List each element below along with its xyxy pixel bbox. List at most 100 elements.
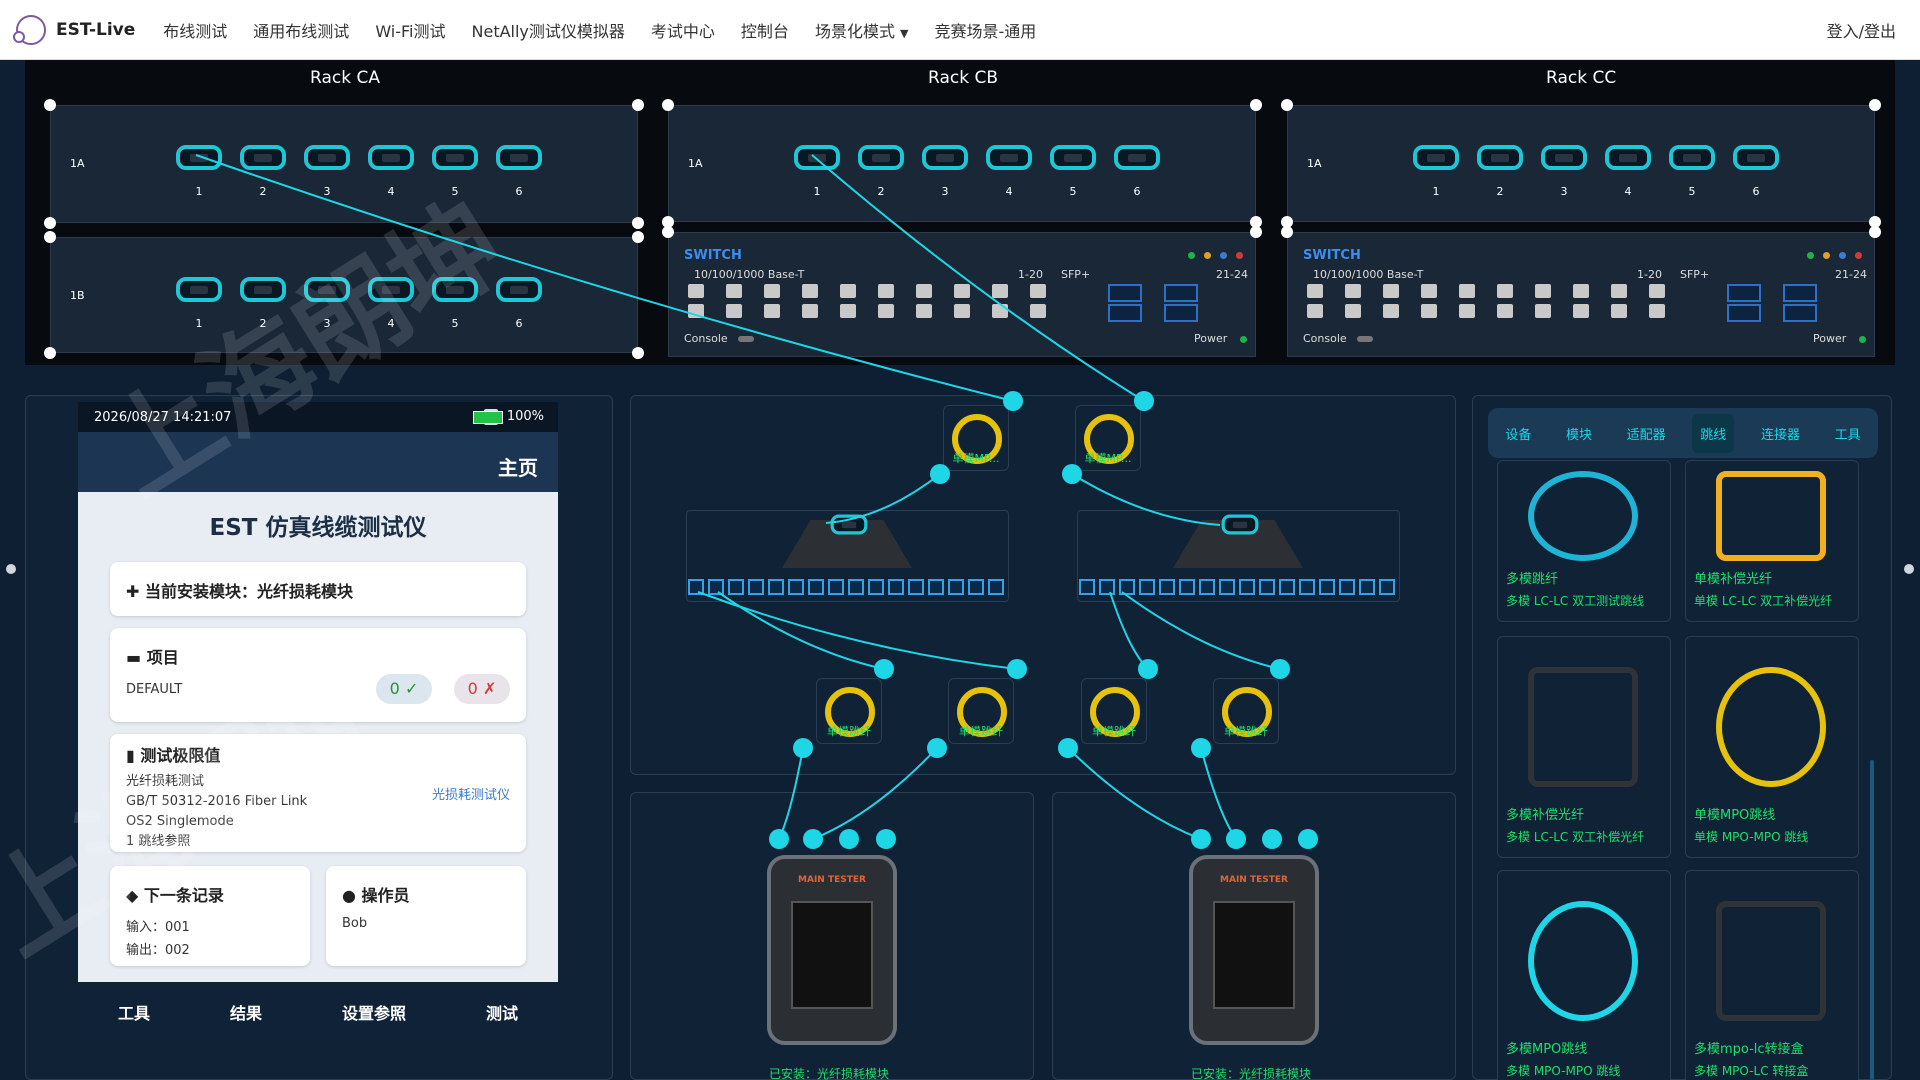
ethernet-port[interactable] bbox=[1383, 284, 1399, 298]
ethernet-port[interactable] bbox=[840, 304, 856, 318]
lc-port[interactable] bbox=[1359, 579, 1375, 595]
lc-port[interactable] bbox=[1339, 579, 1355, 595]
connection-node[interactable] bbox=[1270, 659, 1290, 679]
ethernet-port[interactable] bbox=[878, 284, 894, 298]
lc-port[interactable] bbox=[1079, 579, 1095, 595]
mpo-port[interactable] bbox=[304, 277, 350, 302]
connection-node[interactable] bbox=[803, 829, 823, 849]
connection-node[interactable] bbox=[1062, 464, 1082, 484]
lc-port[interactable] bbox=[1299, 579, 1315, 595]
sidebar-item[interactable]: 多模mpo-lc转接盒 多模 MPO-LC 转接盒 bbox=[1685, 870, 1859, 1080]
ethernet-port[interactable] bbox=[1459, 304, 1475, 318]
connection-node[interactable] bbox=[839, 829, 859, 849]
ethernet-port[interactable] bbox=[764, 284, 780, 298]
mpo-port[interactable] bbox=[240, 145, 286, 170]
ethernet-port[interactable] bbox=[726, 284, 742, 298]
connection-node[interactable] bbox=[1003, 391, 1023, 411]
fiber-spool[interactable]: 单模跳纤 bbox=[1213, 678, 1279, 744]
lc-port[interactable] bbox=[1279, 579, 1295, 595]
ethernet-port[interactable] bbox=[954, 284, 970, 298]
mpo-port[interactable] bbox=[858, 145, 904, 170]
ethernet-port[interactable] bbox=[992, 284, 1008, 298]
module-card[interactable]: ✚ 当前安装模块：光纤损耗模块 bbox=[110, 562, 526, 616]
lc-port[interactable] bbox=[1319, 579, 1335, 595]
lc-port[interactable] bbox=[1199, 579, 1215, 595]
mpo-port[interactable] bbox=[432, 145, 478, 170]
cassette-mpo-port[interactable] bbox=[1221, 514, 1259, 535]
console-port[interactable] bbox=[738, 336, 754, 342]
ethernet-port[interactable] bbox=[764, 304, 780, 318]
ethernet-port[interactable] bbox=[726, 304, 742, 318]
fiber-spool[interactable]: 单模跳纤 bbox=[948, 678, 1014, 744]
sidebar-item[interactable]: 单模补偿光纤 单模 LC-LC 双工补偿光纤 bbox=[1685, 460, 1859, 622]
ethernet-port[interactable] bbox=[840, 284, 856, 298]
login-link[interactable]: 登入/登出 bbox=[1827, 18, 1896, 42]
mpo-port[interactable] bbox=[368, 277, 414, 302]
mpo-port[interactable] bbox=[794, 145, 840, 170]
lc-port[interactable] bbox=[1159, 579, 1175, 595]
ethernet-port[interactable] bbox=[1497, 304, 1513, 318]
lc-port[interactable] bbox=[928, 579, 944, 595]
mpo-port[interactable] bbox=[240, 277, 286, 302]
connection-node[interactable] bbox=[930, 464, 950, 484]
mpo-port[interactable] bbox=[922, 145, 968, 170]
mpo-port[interactable] bbox=[496, 277, 542, 302]
mpo-port[interactable] bbox=[1413, 145, 1459, 170]
nav-wifi[interactable]: Wi-Fi测试 bbox=[375, 18, 445, 42]
ethernet-port[interactable] bbox=[916, 304, 932, 318]
tab-devices[interactable]: 设备 bbox=[1497, 414, 1539, 453]
ethernet-port[interactable] bbox=[1421, 304, 1437, 318]
lc-port[interactable] bbox=[968, 579, 984, 595]
lc-port[interactable] bbox=[1139, 579, 1155, 595]
nav-cabling-test[interactable]: 布线测试 bbox=[163, 18, 227, 42]
fiber-spool[interactable]: 单模MP... bbox=[943, 405, 1009, 471]
mpo-port[interactable] bbox=[1114, 145, 1160, 170]
nav-netally[interactable]: NetAlly测试仪模拟器 bbox=[472, 18, 625, 42]
connection-node[interactable] bbox=[1058, 738, 1078, 758]
sidebar-item[interactable]: 多模补偿光纤 多模 LC-LC 双工补偿光纤 bbox=[1497, 636, 1671, 858]
ethernet-port[interactable] bbox=[688, 284, 704, 298]
ethernet-port[interactable] bbox=[1611, 284, 1627, 298]
lc-port[interactable] bbox=[1239, 579, 1255, 595]
lc-port[interactable] bbox=[708, 579, 724, 595]
connection-node[interactable] bbox=[793, 738, 813, 758]
lc-port[interactable] bbox=[808, 579, 824, 595]
lc-port[interactable] bbox=[788, 579, 804, 595]
sfp-port[interactable] bbox=[1783, 304, 1817, 322]
project-card[interactable]: ▬ 项目 DEFAULT 0 ✓ 0 ✗ bbox=[110, 628, 526, 722]
ethernet-port[interactable] bbox=[1535, 284, 1551, 298]
main-tester-device[interactable]: MAIN TESTER bbox=[767, 855, 897, 1045]
mpo-port[interactable] bbox=[304, 145, 350, 170]
sfp-port[interactable] bbox=[1727, 304, 1761, 322]
lc-port[interactable] bbox=[888, 579, 904, 595]
sfp-port[interactable] bbox=[1108, 304, 1142, 322]
lc-port[interactable] bbox=[688, 579, 704, 595]
ethernet-port[interactable] bbox=[1307, 304, 1323, 318]
ethernet-port[interactable] bbox=[1383, 304, 1399, 318]
mpo-port[interactable] bbox=[496, 145, 542, 170]
main-tester-device[interactable]: MAIN TESTER bbox=[1189, 855, 1319, 1045]
connection-node[interactable] bbox=[927, 738, 947, 758]
test-button[interactable]: 测试 bbox=[486, 1000, 518, 1024]
sidebar-item[interactable]: 单模MPO跳线 单模 MPO-MPO 跳线 bbox=[1685, 636, 1859, 858]
lc-port[interactable] bbox=[1099, 579, 1115, 595]
mpo-port[interactable] bbox=[1541, 145, 1587, 170]
mpo-port[interactable] bbox=[986, 145, 1032, 170]
lc-port[interactable] bbox=[908, 579, 924, 595]
mpo-port[interactable] bbox=[176, 145, 222, 170]
nav-console[interactable]: 控制台 bbox=[741, 18, 789, 42]
tab-modules[interactable]: 模块 bbox=[1558, 414, 1600, 453]
ethernet-port[interactable] bbox=[992, 304, 1008, 318]
mpo-port[interactable] bbox=[368, 145, 414, 170]
ethernet-port[interactable] bbox=[916, 284, 932, 298]
tab-tools[interactable]: 工具 bbox=[1827, 414, 1869, 453]
home-label[interactable]: 主页 bbox=[498, 456, 538, 480]
mpo-port[interactable] bbox=[1605, 145, 1651, 170]
collapse-right-icon[interactable] bbox=[1904, 564, 1914, 574]
ethernet-port[interactable] bbox=[878, 304, 894, 318]
ethernet-port[interactable] bbox=[688, 304, 704, 318]
connection-node[interactable] bbox=[1134, 391, 1154, 411]
connection-node[interactable] bbox=[876, 829, 896, 849]
ethernet-port[interactable] bbox=[1421, 284, 1437, 298]
tab-connectors[interactable]: 连接器 bbox=[1753, 414, 1808, 453]
